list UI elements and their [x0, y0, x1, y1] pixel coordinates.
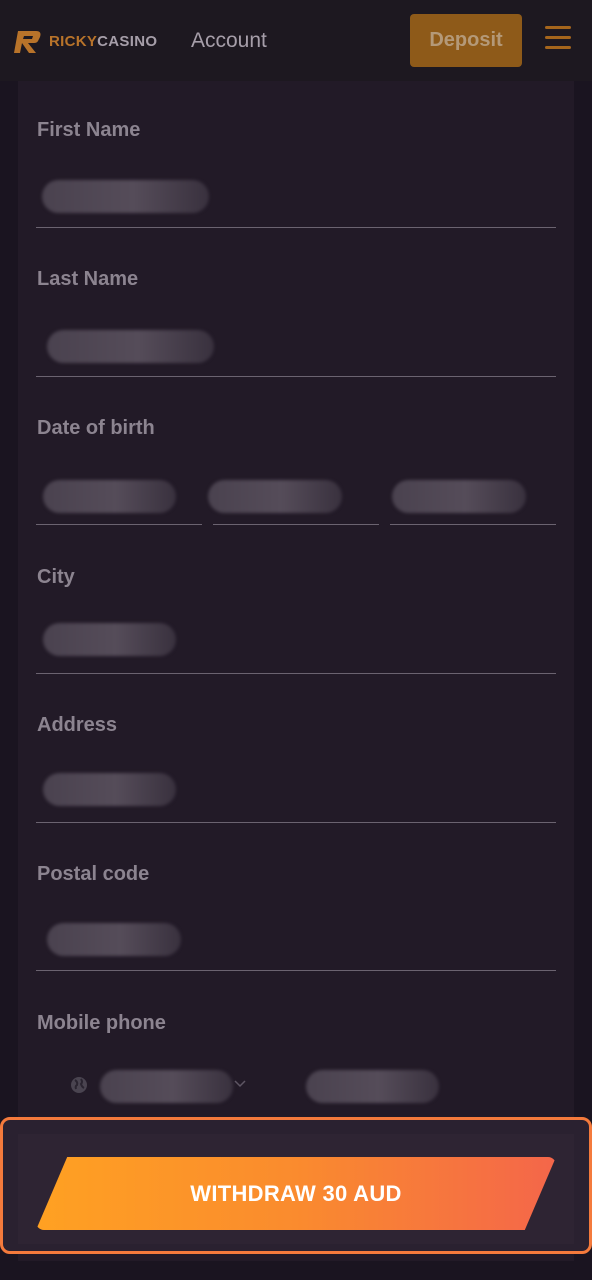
top-header: RICKYCASINO Account Deposit	[0, 0, 592, 81]
address-underline	[36, 822, 556, 823]
first-name-underline	[36, 227, 556, 228]
globe-icon	[71, 1077, 87, 1093]
ricky-casino-logo[interactable]: RICKYCASINO	[14, 29, 157, 55]
city-field[interactable]	[43, 623, 176, 656]
deposit-button[interactable]: Deposit	[410, 14, 522, 67]
last-name-underline	[36, 376, 556, 377]
country-code-select[interactable]	[100, 1070, 233, 1103]
city-label: City	[37, 566, 75, 588]
address-label: Address	[37, 714, 118, 736]
last-name-field[interactable]	[47, 330, 214, 363]
mobile-phone-label: Mobile phone	[37, 1012, 166, 1034]
hamburger-menu-icon[interactable]	[545, 26, 571, 52]
dob-year-field[interactable]	[392, 480, 526, 513]
withdraw-button-label: WITHDRAW 30 AUD	[190, 1180, 402, 1206]
account-page: RICKYCASINO Account Deposit First Name L…	[0, 0, 592, 1280]
address-field[interactable]	[43, 773, 176, 806]
phone-number-field[interactable]	[306, 1070, 439, 1103]
dob-day-field[interactable]	[43, 480, 176, 513]
first-name-label: First Name	[37, 119, 141, 141]
dob-day-underline	[36, 524, 202, 525]
last-name-label: Last Name	[37, 268, 139, 290]
logo-text-casino: CASINO	[97, 33, 158, 50]
dob-label: Date of birth	[37, 417, 155, 439]
dob-month-field[interactable]	[208, 480, 342, 513]
first-name-field[interactable]	[42, 180, 209, 213]
dob-year-underline	[390, 524, 556, 525]
logo-icon	[14, 31, 41, 53]
withdraw-button[interactable]: WITHDRAW 30 AUD	[36, 1157, 556, 1230]
page-title: Account	[191, 29, 267, 52]
dob-month-underline	[213, 524, 379, 525]
logo-text-ricky: RICKY	[49, 33, 98, 50]
postal-code-label: Postal code	[37, 863, 150, 885]
postal-code-field[interactable]	[47, 923, 181, 956]
chevron-down-icon[interactable]	[233, 1079, 247, 1089]
city-underline	[36, 673, 556, 674]
logo-text: RICKYCASINO	[49, 29, 157, 55]
postal-code-underline	[36, 970, 556, 971]
